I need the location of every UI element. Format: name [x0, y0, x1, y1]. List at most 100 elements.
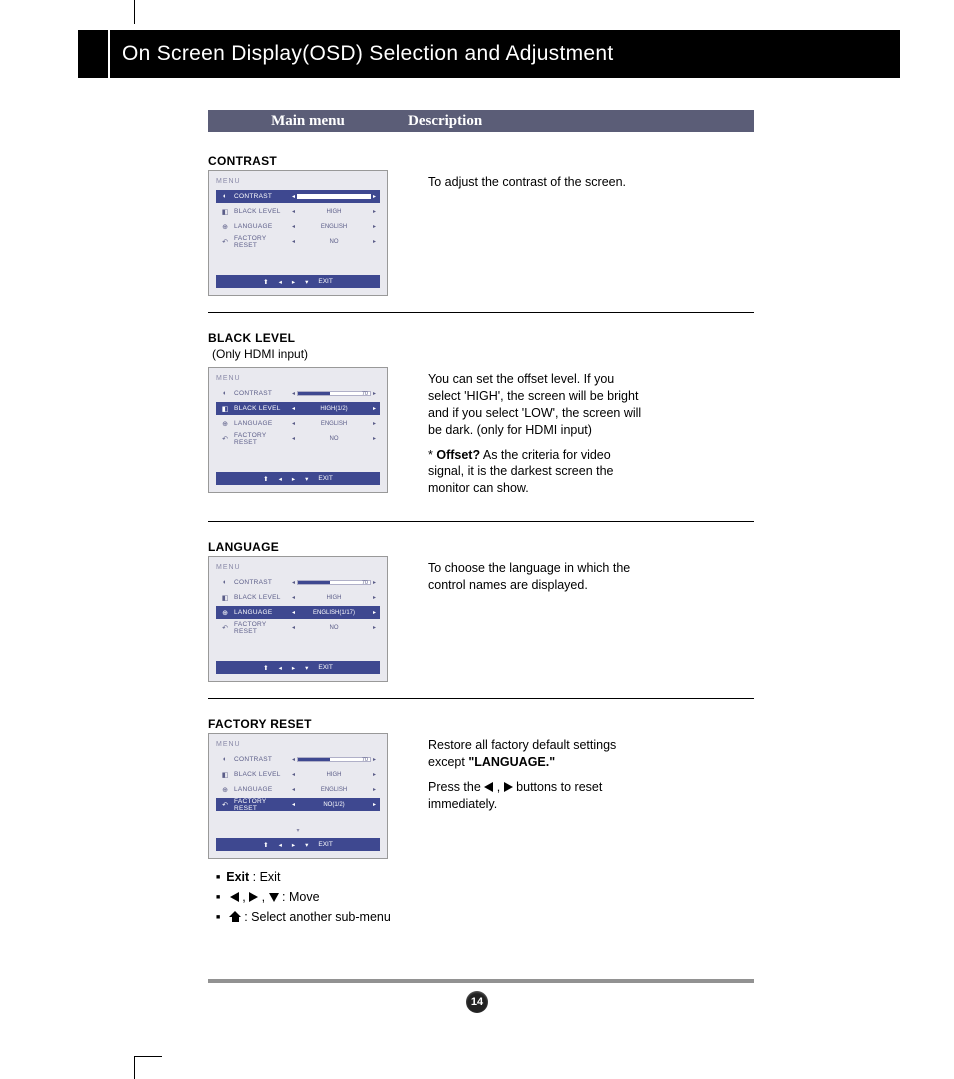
page-title: On Screen Display(OSD) Selection and Adj… — [122, 42, 614, 66]
osd-tip-arrow: ▾ — [209, 827, 387, 834]
legend: Exit : Exit , , : Move : Select another … — [216, 867, 754, 927]
language-icon: ⊕ — [220, 420, 230, 428]
arrow-left-icon: ◂ — [292, 390, 295, 397]
section-title: FACTORY RESET — [208, 717, 754, 731]
arrow-right-icon: ▸ — [373, 223, 376, 230]
arrow-left-icon: ◂ — [279, 664, 282, 672]
arrow-right-icon: ▸ — [373, 193, 376, 200]
section-description: To adjust the contrast of the screen. — [428, 170, 626, 199]
arrow-right-icon: ▸ — [373, 435, 376, 442]
triangle-right-icon — [504, 782, 513, 792]
header-band: On Screen Display(OSD) Selection and Adj… — [78, 30, 900, 78]
triangle-down-icon — [269, 893, 279, 902]
factory-reset-icon: ↶ — [220, 435, 230, 443]
osd-row-language: ⊕ LANGUAGE ◂ENGLISH▸ — [216, 783, 380, 796]
col-description: Description — [408, 113, 628, 130]
osd-row-factory-reset: ↶ FACTORY RESET ◂NO▸ — [216, 621, 380, 634]
home-icon: ⬆ — [263, 841, 268, 849]
arrow-left-icon: ◂ — [279, 841, 282, 849]
osd-row-black-level: ◧ BLACK LEVEL ◂HIGH▸ — [216, 205, 380, 218]
osd-bottom-bar: ⬆ ◂ ▸ ▾ EXIT — [216, 661, 380, 674]
arrow-left-icon: ◂ — [279, 278, 282, 286]
osd-menu-label: MENU — [216, 178, 380, 185]
osd-bottom-bar: ⬆ ◂ ▸ ▾ EXIT — [216, 472, 380, 485]
osd-row-contrast: ◐ CONTRAST ◂70▸ — [216, 387, 380, 400]
arrow-right-icon: ▸ — [373, 756, 376, 763]
language-icon: ⊕ — [220, 223, 230, 231]
arrow-right-icon: ▸ — [373, 624, 376, 631]
osd-thumbnail: MENU ◐ CONTRAST ◂70▸ ◧ BLACK LEVEL ◂HIGH… — [208, 556, 388, 682]
section-title: BLACK LEVEL — [208, 331, 754, 345]
arrow-right-icon: ▸ — [292, 475, 295, 483]
language-icon: ⊕ — [220, 609, 230, 617]
section-divider — [208, 521, 754, 522]
section-black-level: BLACK LEVEL (Only HDMI input) MENU ◐ CON… — [208, 331, 754, 522]
osd-row-contrast: ◐ CONTRAST ◂70▸ — [216, 753, 380, 766]
arrow-right-icon: ▸ — [373, 390, 376, 397]
header-divider — [108, 30, 110, 78]
arrow-right-icon: ▸ — [292, 841, 295, 849]
osd-row-black-level: ◧ BLACK LEVEL ◂HIGH▸ — [216, 591, 380, 604]
home-icon: ⬆ — [263, 475, 268, 483]
arrow-right-icon: ▸ — [373, 238, 376, 245]
factory-reset-icon: ↶ — [220, 624, 230, 632]
arrow-right-icon: ▸ — [373, 594, 376, 601]
osd-row-black-level: ◧ BLACK LEVEL ◂HIGH(1/2)▸ — [216, 402, 380, 415]
arrow-down-icon: ▾ — [305, 664, 308, 672]
section-description: Restore all factory default settings exc… — [428, 733, 648, 821]
legend-move: , , : Move — [216, 887, 754, 907]
section-description: To choose the language in which the cont… — [428, 556, 648, 602]
language-icon: ⊕ — [220, 786, 230, 794]
contrast-icon: ◐ — [220, 390, 230, 397]
page-number-badge: 14 — [466, 991, 488, 1013]
osd-bottom-bar: ⬆ ◂ ▸ ▾ EXIT — [216, 838, 380, 851]
arrow-right-icon: ▸ — [373, 208, 376, 215]
triangle-left-icon — [230, 892, 239, 902]
arrow-down-icon: ▾ — [305, 841, 308, 849]
section-language: LANGUAGE MENU ◐ CONTRAST ◂70▸ ◧ BLACK LE… — [208, 540, 754, 699]
arrow-left-icon: ◂ — [292, 579, 295, 586]
column-headers: Main menu Description — [208, 110, 754, 132]
arrow-left-icon: ◂ — [292, 756, 295, 763]
arrow-right-icon: ▸ — [373, 405, 376, 412]
arrow-right-icon: ▸ — [292, 278, 295, 286]
osd-menu-label: MENU — [216, 741, 380, 748]
section-title: CONTRAST — [208, 154, 754, 168]
osd-menu-label: MENU — [216, 564, 380, 571]
arrow-right-icon: ▸ — [373, 609, 376, 616]
section-subtitle: (Only HDMI input) — [208, 347, 754, 361]
osd-bottom-bar: ⬆ ◂ ▸ ▾ EXIT — [216, 275, 380, 288]
osd-thumbnail: MENU ◐ CONTRAST ◂70▸ ◧ BLACK LEVEL ◂HIGH… — [208, 733, 388, 859]
factory-reset-icon: ↶ — [220, 238, 230, 246]
osd-thumbnail: MENU ◐ CONTRAST ◂70▸ ◧ BLACK LEVEL ◂HIGH… — [208, 367, 388, 493]
osd-row-language: ⊕ LANGUAGE ◂ENGLISH▸ — [216, 220, 380, 233]
osd-row-language: ⊕ LANGUAGE ◂ENGLISH▸ — [216, 417, 380, 430]
osd-row-factory-reset: ↶ FACTORY RESET ◂NO▸ — [216, 432, 380, 445]
section-description: You can set the offset level. If you sel… — [428, 367, 648, 505]
home-icon: ⬆ — [263, 664, 268, 672]
contrast-icon: ◐ — [220, 579, 230, 586]
crop-mark-bottom — [134, 1057, 135, 1079]
osd-row-factory-reset: ↶ FACTORY RESET ◂NO(1/2)▸ — [216, 798, 380, 811]
contrast-icon: ◐ — [220, 193, 230, 200]
triangle-right-icon — [249, 892, 258, 902]
osd-menu-label: MENU — [216, 375, 380, 382]
arrow-left-icon: ◂ — [279, 475, 282, 483]
crop-mark-top — [134, 0, 135, 24]
osd-row-factory-reset: ↶ FACTORY RESET ◂NO▸ — [216, 235, 380, 248]
home-icon: ⬆ — [263, 278, 268, 286]
footer-rule — [208, 979, 754, 983]
osd-row-language: ⊕ LANGUAGE ◂ENGLISH(1/17)▸ — [216, 606, 380, 619]
black-level-icon: ◧ — [220, 594, 230, 602]
black-level-icon: ◧ — [220, 208, 230, 216]
section-factory-reset: FACTORY RESET MENU ◐ CONTRAST ◂70▸ ◧ BLA… — [208, 717, 754, 927]
factory-reset-icon: ↶ — [220, 801, 230, 809]
arrow-down-icon: ▾ — [305, 278, 308, 286]
contrast-icon: ◐ — [220, 756, 230, 763]
arrow-down-icon: ▾ — [305, 475, 308, 483]
home-icon — [230, 911, 241, 922]
section-title: LANGUAGE — [208, 540, 754, 554]
black-level-icon: ◧ — [220, 771, 230, 779]
section-divider — [208, 312, 754, 313]
osd-thumbnail: MENU ◐ CONTRAST ◂70▸ ◧ BLACK LEVEL ◂HIGH… — [208, 170, 388, 296]
